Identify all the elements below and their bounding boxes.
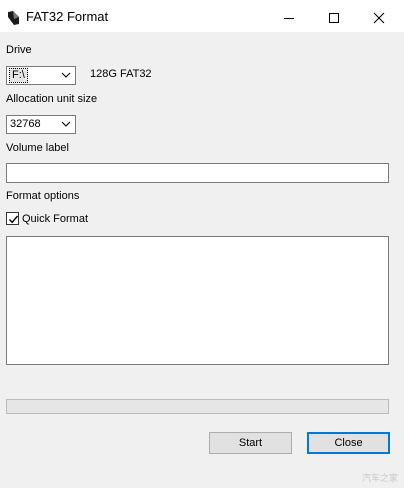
close-button[interactable]: Close — [307, 432, 390, 454]
allocation-label: Allocation unit size — [6, 93, 98, 105]
title-bar[interactable]: FAT32 Format — [0, 4, 404, 32]
allocation-selected-value: 32768 — [10, 118, 41, 130]
chevron-down-icon — [61, 72, 71, 78]
drive-selected-value: F:\ — [9, 68, 28, 83]
status-log-area[interactable] — [6, 236, 389, 365]
checkmark-icon — [8, 215, 19, 224]
format-window: FAT32 Format Drive F:\ 128G FAT32 Alloca… — [0, 0, 404, 488]
volume-label-input[interactable] — [6, 163, 389, 183]
progress-bar — [6, 399, 389, 414]
start-button[interactable]: Start — [209, 432, 292, 454]
minimize-button[interactable] — [266, 4, 312, 32]
maximize-icon — [329, 13, 339, 23]
drive-info: 128G FAT32 — [90, 68, 152, 80]
minimize-icon — [284, 18, 294, 19]
allocation-select[interactable]: 32768 — [6, 115, 76, 134]
drive-label-text: Drive — [6, 44, 32, 56]
quick-format-label[interactable]: Quick Format — [22, 213, 88, 226]
close-icon — [373, 12, 385, 24]
maximize-button[interactable] — [311, 4, 357, 32]
format-options-label: Format options — [6, 190, 80, 202]
close-window-button[interactable] — [356, 4, 402, 32]
drive-select[interactable]: F:\ — [6, 66, 76, 85]
window-title: FAT32 Format — [26, 9, 109, 24]
quick-format-checkbox[interactable] — [6, 212, 19, 225]
volume-label: Volume label — [6, 142, 69, 154]
watermark: 汽车之家 — [361, 473, 398, 483]
drive-label: Drive — [6, 44, 32, 57]
chevron-down-icon — [61, 121, 71, 127]
app-icon — [8, 11, 20, 25]
